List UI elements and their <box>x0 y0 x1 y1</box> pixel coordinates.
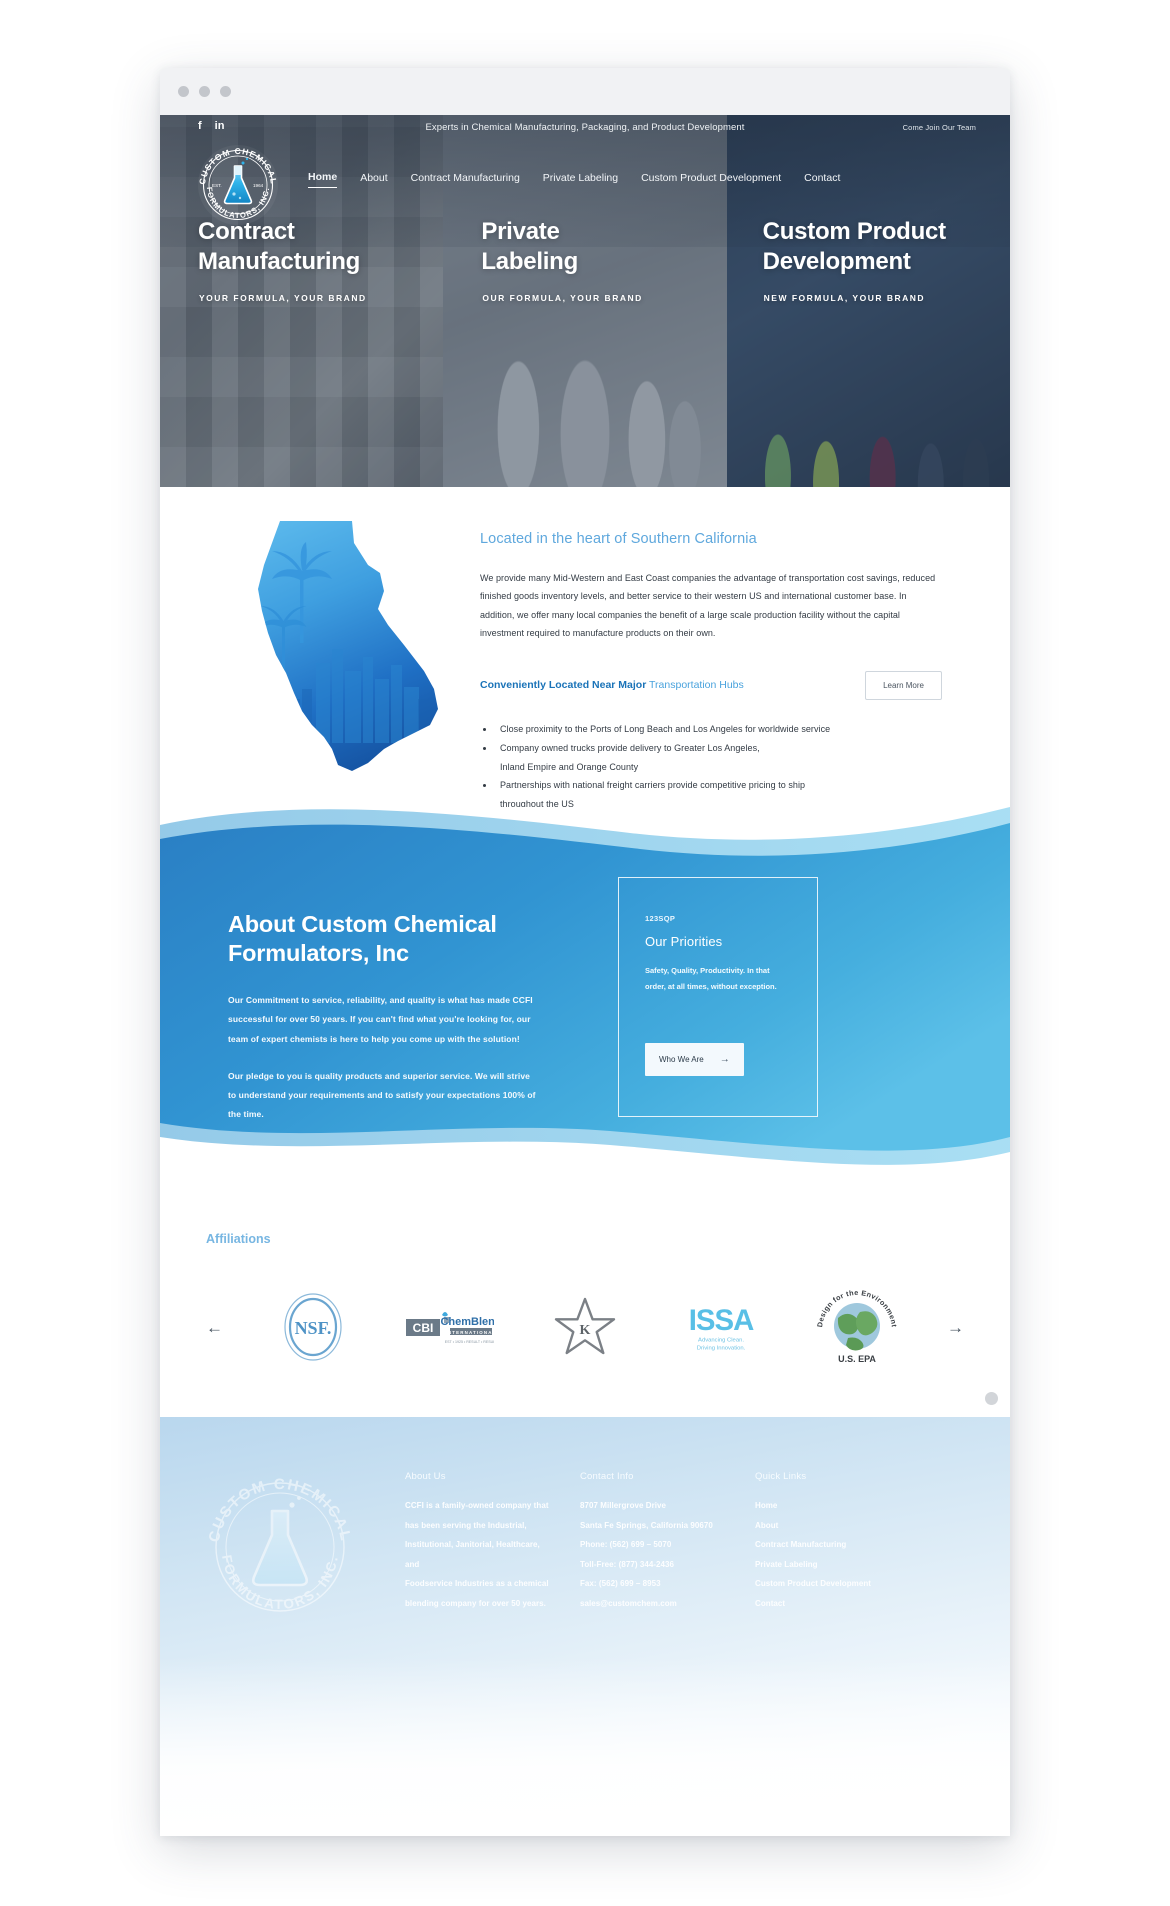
maximize-dot-icon[interactable] <box>220 86 231 97</box>
svg-text:EST • 1925 • RESULT • RESULT: EST • 1925 • RESULT • RESULT <box>445 1340 494 1344</box>
footer-contact-heading: Contact Info <box>580 1471 634 1482</box>
transportation-row: Conveniently Located Near Major Transpor… <box>480 670 942 700</box>
footer-about-line: Foodservice Industries as a chemical <box>405 1579 549 1589</box>
list-item: Close proximity to the Ports of Long Bea… <box>495 720 950 739</box>
svg-text:INTERNATIONAL: INTERNATIONAL <box>445 1330 494 1335</box>
transportation-subheading-bold: Conveniently Located Near Major <box>480 679 647 692</box>
page-root: f in Experts in Chemical Manufacturing, … <box>0 0 1170 1906</box>
footer-fade-overlay <box>160 1657 1010 1836</box>
hero-subtitle-2: OUR FORMULA, YOUR BRAND <box>482 293 643 303</box>
location-section: Located in the heart of Southern Califor… <box>160 487 1010 809</box>
scroll-to-top-button[interactable] <box>985 1392 998 1405</box>
nsf-text: NSF. <box>295 1318 332 1338</box>
affiliations-heading: Affiliations <box>206 1232 271 1246</box>
carousel-next-arrow-icon[interactable]: → <box>947 1319 964 1336</box>
about-text-block: About Custom Chemical Formulators, Inc O… <box>228 910 538 1124</box>
footer-about-body: CCFI is a family-owned company that has … <box>405 1496 555 1614</box>
hero-title-1: Contract Manufacturing <box>198 218 361 276</box>
hero-title-3: Custom Product Development <box>762 218 946 276</box>
affiliation-star-k-kosher-logo[interactable]: K <box>539 1289 631 1365</box>
svg-text:ISSA: ISSA <box>689 1304 754 1337</box>
footer-about-line: has been serving the Industrial, <box>405 1520 527 1530</box>
footer-quick-links-column: Quick Links Home About Contract Manufact… <box>755 1471 935 1614</box>
hero-section: f in Experts in Chemical Manufacturing, … <box>160 115 1010 487</box>
footer-contact-column: Contact Info 8707 Millergrove Drive Sant… <box>580 1471 740 1614</box>
location-paragraph: We provide many Mid-Western and East Coa… <box>480 573 936 639</box>
transportation-bullet-list: Close proximity to the Ports of Long Bea… <box>480 720 950 814</box>
footer-toll-free[interactable]: Toll-Free: (877) 344-2436 <box>580 1555 740 1575</box>
arrow-right-icon: → <box>719 1054 730 1065</box>
site-footer: CUSTOM CHEMICAL FORMULATORS, INC. About … <box>160 1417 1010 1836</box>
browser-titlebar <box>160 68 1010 115</box>
footer-contact-body: 8707 Millergrove Drive Santa Fe Springs,… <box>580 1496 740 1614</box>
carousel-prev-arrow-icon[interactable]: ← <box>206 1319 223 1336</box>
footer-about-column: About Us CCFI is a family-owned company … <box>405 1471 555 1614</box>
who-we-are-label: Who We Are <box>659 1055 704 1064</box>
affiliation-issa-logo[interactable]: ISSA Advancing Clean. Driving Innovation… <box>675 1289 767 1365</box>
hero-panel-contract-manufacturing[interactable]: Contract Manufacturing YOUR FORMULA, YOU… <box>160 115 443 487</box>
hero-subtitle-1: YOUR FORMULA, YOUR BRAND <box>199 293 367 303</box>
priorities-code: 123SQP <box>645 914 676 923</box>
svg-text:Advancing Clean.: Advancing Clean. <box>698 1338 744 1344</box>
footer-logo[interactable]: CUSTOM CHEMICAL FORMULATORS, INC. <box>200 1467 360 1627</box>
svg-text:CBI: CBI <box>413 1321 434 1335</box>
hero-subtitle-3: NEW FORMULA, YOUR BRAND <box>763 293 926 303</box>
transportation-subheading: Conveniently Located Near Major Transpor… <box>480 679 744 691</box>
affiliations-carousel: ← NSF. CBI ChemBlen INTERNATIONAL EST • … <box>160 1288 1010 1365</box>
footer-address-line-1: 8707 Millergrove Drive <box>580 1501 667 1510</box>
transportation-subheading-light: Transportation Hubs <box>646 679 744 692</box>
about-paragraph-2: Our pledge to you is quality products an… <box>228 1070 536 1119</box>
priorities-card-body: 123SQP Our Priorities Safety, Quality, P… <box>619 878 817 995</box>
hero-panel-texts: Contract Manufacturing YOUR FORMULA, YOU… <box>160 115 1010 487</box>
footer-link-contact[interactable]: Contact <box>755 1594 935 1614</box>
footer-email[interactable]: sales@customchem.com <box>580 1594 740 1614</box>
svg-text:K: K <box>580 1323 591 1338</box>
browser-window: f in Experts in Chemical Manufacturing, … <box>160 68 1010 1836</box>
svg-text:U.S. EPA: U.S. EPA <box>838 1354 876 1364</box>
footer-link-custom-product-development[interactable]: Custom Product Development <box>755 1574 935 1594</box>
window-controls <box>178 86 231 97</box>
footer-phone[interactable]: Phone: (562) 699 – 5070 <box>580 1535 740 1555</box>
svg-text:Driving Innovation.: Driving Innovation. <box>697 1346 746 1352</box>
affiliation-nsf-logo[interactable]: NSF. <box>267 1289 359 1365</box>
priorities-text: Safety, Quality, Productivity. In that o… <box>645 966 777 991</box>
about-heading: About Custom Chemical Formulators, Inc <box>228 911 497 966</box>
affiliation-chemblend-logo[interactable]: CBI ChemBlend INTERNATIONAL EST • 1925 •… <box>403 1289 495 1365</box>
page-viewport: f in Experts in Chemical Manufacturing, … <box>160 115 1010 1836</box>
footer-link-contract-manufacturing[interactable]: Contract Manufacturing <box>755 1535 935 1555</box>
california-map-illustration <box>228 513 468 803</box>
priorities-card: 123SQP Our Priorities Safety, Quality, P… <box>618 877 818 1117</box>
hero-title-2: Private Labeling <box>481 218 578 276</box>
footer-about-line: Institutional, Janitorial, Healthcare, a… <box>405 1540 540 1569</box>
footer-address-line-2: Santa Fe Springs, California 90670 <box>580 1520 713 1530</box>
footer-about-line: CCFI is a family-owned company that <box>405 1501 549 1510</box>
close-dot-icon[interactable] <box>178 86 189 97</box>
about-content: About Custom Chemical Formulators, Inc O… <box>160 807 1010 1197</box>
footer-fax: Fax: (562) 699 – 8953 <box>580 1579 661 1589</box>
about-section: About Custom Chemical Formulators, Inc O… <box>160 807 1010 1197</box>
priorities-title: Our Priorities <box>645 934 723 949</box>
svg-text:ChemBlend: ChemBlend <box>440 1316 494 1328</box>
footer-link-home[interactable]: Home <box>755 1496 935 1516</box>
footer-quick-links-heading: Quick Links <box>755 1471 807 1482</box>
learn-more-button[interactable]: Learn More <box>865 670 942 700</box>
affiliations-section: Affiliations ← NSF. CBI ChemBlen INTERNA… <box>160 1197 1010 1417</box>
about-paragraph-1: Our Commitment to service, reliability, … <box>228 995 533 1044</box>
footer-quick-links-body: Home About Contract Manufacturing Privat… <box>755 1496 935 1614</box>
footer-about-line: blending company for over 50 years. <box>405 1598 546 1608</box>
location-heading: Located in the heart of Southern Califor… <box>480 531 757 547</box>
affiliation-epa-design-for-environment-logo[interactable]: Design for the Environment U.S. EPA <box>811 1288 903 1365</box>
footer-link-private-labeling[interactable]: Private Labeling <box>755 1555 935 1575</box>
footer-link-about[interactable]: About <box>755 1516 935 1536</box>
location-content: Located in the heart of Southern Califor… <box>480 531 950 814</box>
footer-about-heading: About Us <box>405 1471 446 1482</box>
minimize-dot-icon[interactable] <box>199 86 210 97</box>
who-we-are-button[interactable]: Who We Are → <box>645 1043 744 1076</box>
hero-panel-private-labeling[interactable]: Private Labeling OUR FORMULA, YOUR BRAND <box>443 115 726 487</box>
hero-panel-custom-product-development[interactable]: Custom Product Development NEW FORMULA, … <box>727 115 1010 487</box>
list-item: Company owned trucks provide delivery to… <box>495 739 950 777</box>
